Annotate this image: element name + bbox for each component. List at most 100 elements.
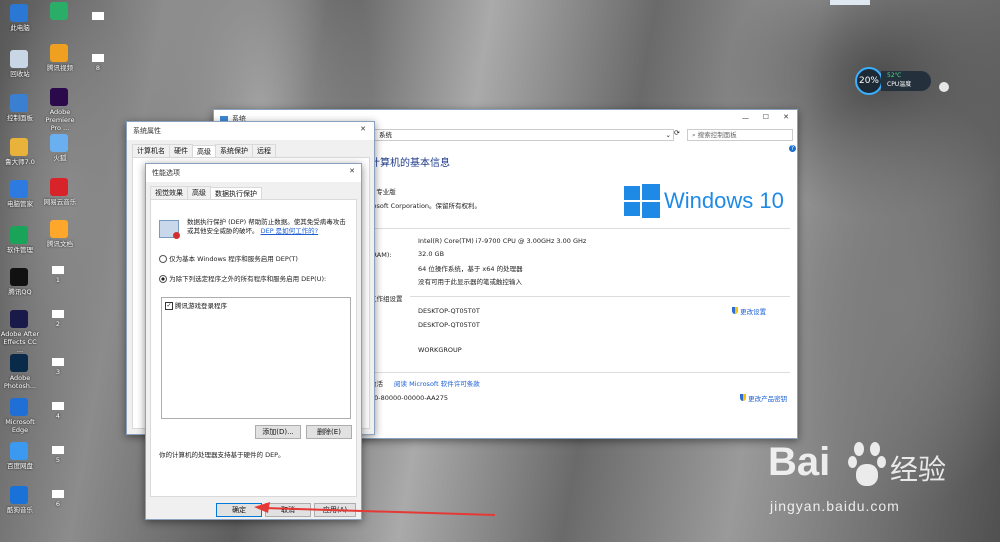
change-settings-label: 更改设置 [740,308,767,316]
dep-icon [159,220,180,239]
file-label[interactable]: 8 [78,64,118,72]
tab-0[interactable]: 计算机名 [132,144,170,157]
change-settings-link[interactable]: 更改设置 [732,306,766,316]
tab-0[interactable]: 视觉效果 [150,186,188,199]
checkbox-checked-icon[interactable]: ✓ [165,302,173,310]
system-properties-tabs: 计算机名 硬件 高级 系统保护 远程 [132,144,276,158]
file-label[interactable]: 2 [38,320,78,328]
desktop-icon-label[interactable]: 回收站 [0,70,40,78]
control-panel-icon[interactable] [10,94,28,112]
file-label[interactable]: 6 [38,500,78,508]
file-icon[interactable] [52,490,64,498]
performance-options-dialog[interactable]: 性能选项 ✕ 视觉效果 高级 数据执行保护 数据执行保护 (DEP) 帮助防止数据。… [145,163,362,520]
add-button[interactable]: 添加(D)... [255,425,301,439]
program-list[interactable]: ✓ 腾讯游戏登录程序 [161,297,351,419]
tencent-video-icon[interactable] [50,44,68,62]
desktop-icon-label[interactable]: Adobe Premiere Pro ... [40,108,80,132]
cpu-widget[interactable]: 20% 52℃ CPU温度 [855,67,963,95]
tab-3[interactable]: 系统保护 [215,144,253,157]
baidu-netdisk-icon[interactable] [10,442,28,460]
file-label[interactable]: 3 [38,368,78,376]
cpu-temp-label: CPU温度 [887,81,912,88]
desktop-icon-label[interactable]: 电脑管家 [0,200,40,208]
desktop-icon-label[interactable]: 控制面板 [0,114,40,122]
tab-1[interactable]: 高级 [187,186,211,199]
change-key-label: 更改产品密钥 [748,395,788,403]
minimize-button[interactable]: — [742,114,749,122]
chevron-down-icon[interactable]: ⌄ [666,130,671,140]
ram-value: 32.0 GB [418,250,445,258]
cpu-temp: 52℃ [887,72,902,79]
address-bar[interactable]: 系统 ⌄ [374,129,674,141]
desktop-icon-label[interactable]: 鲁大师7.0 [0,158,40,166]
netease-music-icon[interactable] [50,178,68,196]
watermark-brand: Bai [768,440,830,485]
tab-4[interactable]: 远程 [252,144,276,157]
qq-icon[interactable] [10,268,28,286]
radio-all-except-label: 为除下列选定程序之外的所有程序和服务启用 DEP(U): [169,275,327,283]
file-icon[interactable] [52,446,64,454]
file-label[interactable]: 1 [38,276,78,284]
file-icon[interactable] [52,358,64,366]
desktop-icon-label[interactable]: Adobe Photosh... [0,374,40,390]
recycle-bin-icon[interactable] [10,50,28,68]
file-label[interactable]: 4 [38,412,78,420]
close-button[interactable]: ✕ [783,113,789,121]
premiere-icon[interactable] [50,88,68,106]
desktop-icon-label[interactable]: 腾讯QQ [0,288,40,296]
file-icon[interactable] [92,12,104,20]
edge-icon[interactable] [10,398,28,416]
remove-button[interactable]: 删除(E) [306,425,352,439]
desktop-icon-label[interactable]: Adobe After Effects CC ... [0,330,40,354]
license-link[interactable]: 阅读 Microsoft 软件许可条款 [394,378,480,388]
master-lu-icon[interactable] [10,138,28,156]
desktop-icon-label[interactable]: 此电脑 [0,24,40,32]
close-button[interactable]: ✕ [360,125,366,133]
maximize-button[interactable]: ☐ [763,113,769,121]
file-icon[interactable] [52,266,64,274]
desktop-icon-label[interactable]: 火狐 [40,154,80,162]
system-properties-title: 系统属性 [133,127,161,135]
feather-icon[interactable] [50,134,68,152]
desktop-icon-label[interactable]: 网易云音乐 [40,198,80,206]
divider [410,296,790,297]
tencent-docs-icon[interactable] [50,220,68,238]
tab-1[interactable]: 硬件 [169,144,193,157]
desktop-icon-label[interactable]: 腾讯视频 [40,64,80,72]
desktop-icon-label[interactable]: 百度网盘 [0,462,40,470]
tray-strip [830,0,870,5]
radio-basic-only[interactable]: 仅为基本 Windows 程序和服务启用 DEP(T) [159,253,298,263]
address-text: 系统 [379,131,392,139]
desktop-icon-label[interactable]: 腾讯文档 [40,240,80,248]
divider [370,228,790,229]
dep-help-link[interactable]: DEP 是如何工作的? [261,227,319,235]
cpu-temp-panel: 52℃ CPU温度 [881,71,931,91]
radio-all-except[interactable]: 为除下列选定程序之外的所有程序和服务启用 DEP(U): [159,273,326,283]
search-input[interactable]: ⌕ 搜索控制面板 [687,129,793,141]
wechat-icon[interactable] [50,2,68,20]
photoshop-icon[interactable] [10,354,28,372]
radio-basic-only-label: 仅为基本 Windows 程序和服务启用 DEP(T) [169,255,298,263]
pc-manager-icon[interactable] [10,180,28,198]
file-icon[interactable] [52,402,64,410]
after-effects-icon[interactable] [10,310,28,328]
help-icon[interactable]: ? [789,145,796,152]
system-properties-titlebar[interactable]: 系统属性 ✕ [127,122,374,140]
file-icon[interactable] [52,310,64,318]
desktop-icon-label[interactable]: 酷狗音乐 [0,506,40,514]
annotation-arrow [254,502,496,516]
performance-options-titlebar[interactable]: 性能选项 ✕ [146,164,361,182]
file-icon[interactable] [92,54,104,62]
change-key-link[interactable]: 更改产品密钥 [740,393,787,403]
software-manager-icon[interactable] [10,226,28,244]
desktop-icon-label[interactable]: Microsoft Edge [0,418,40,434]
computer-icon[interactable] [10,4,28,22]
file-label[interactable]: 5 [38,456,78,464]
desktop-icon-label[interactable]: 软件管理 [0,246,40,254]
workgroup-value: WORKGROUP [418,346,462,354]
close-button[interactable]: ✕ [349,167,355,175]
refresh-icon[interactable]: ⟳ [674,129,680,137]
list-item[interactable]: ✓ 腾讯游戏登录程序 [162,298,350,312]
product-id: 30-80000-00000-AA275 [370,394,448,402]
kugou-icon[interactable] [10,486,28,504]
